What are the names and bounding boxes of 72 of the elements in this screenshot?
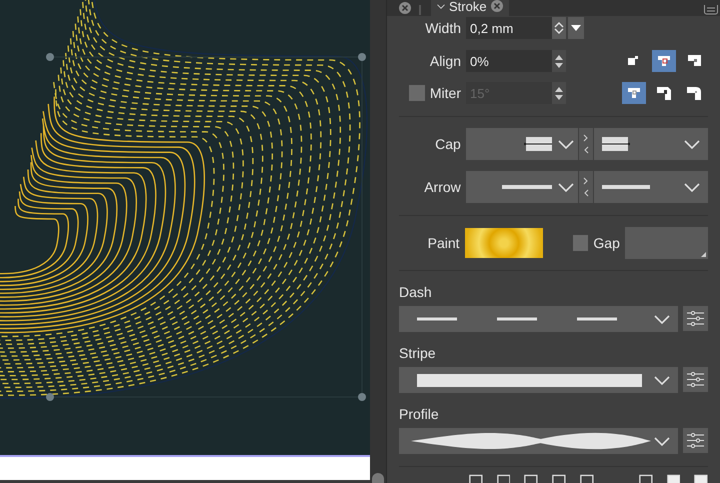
cap-icon xyxy=(524,137,552,151)
toolbar-icon[interactable] xyxy=(524,473,538,483)
align-field[interactable]: 0% xyxy=(466,50,552,72)
spin-buttons[interactable] xyxy=(552,50,566,72)
stripe-dropdown[interactable] xyxy=(399,367,678,393)
profile-dropdown[interactable] xyxy=(399,428,678,454)
profile-shape-icon xyxy=(411,431,651,451)
chevron-down-icon xyxy=(437,4,445,8)
corner-icon xyxy=(656,53,672,69)
swap-icon xyxy=(583,132,590,156)
resize-corner-icon xyxy=(701,252,706,257)
settings-button[interactable] xyxy=(683,306,708,331)
panel-tab[interactable]: Stroke xyxy=(431,0,509,16)
scrollbar-thumb[interactable] xyxy=(372,473,384,483)
section-label: Profile xyxy=(399,407,440,421)
toolbar-icon[interactable] xyxy=(580,473,594,483)
swap-button[interactable] xyxy=(579,171,594,203)
toolbar-icon[interactable] xyxy=(638,473,653,483)
section-label: Dash xyxy=(399,285,433,299)
width-field[interactable]: 0,2 mm xyxy=(466,17,552,39)
start-cap-dropdown[interactable] xyxy=(466,128,578,160)
gap-checkbox[interactable] xyxy=(572,235,588,251)
stripe-icon xyxy=(417,374,642,386)
chevron-down-icon xyxy=(654,376,670,384)
sliders-icon xyxy=(687,372,704,387)
field-label: Miter xyxy=(430,84,461,102)
gradient-swatch[interactable] xyxy=(464,228,543,258)
field-label: Paint xyxy=(426,234,460,252)
spin-buttons[interactable] xyxy=(552,82,566,104)
start-arrow-dropdown[interactable] xyxy=(466,171,578,203)
field-label: Align xyxy=(428,52,461,71)
toolbar-icon[interactable] xyxy=(694,473,708,483)
chevron-down-icon xyxy=(654,314,670,324)
toggle-button[interactable] xyxy=(652,50,676,72)
toolbar-icon[interactable] xyxy=(552,473,566,483)
swap-button[interactable] xyxy=(579,128,594,160)
sliders-icon xyxy=(687,433,704,448)
end-arrow-dropdown[interactable] xyxy=(594,171,708,203)
field-label: Gap xyxy=(593,234,620,253)
panel-menu-icon[interactable] xyxy=(704,5,718,15)
toolbar-icon[interactable] xyxy=(666,473,680,483)
section-label: Stripe xyxy=(399,346,437,360)
field-label: Width xyxy=(424,18,461,38)
settings-button[interactable] xyxy=(683,428,708,453)
chevron-down-icon xyxy=(558,140,574,148)
end-cap-dropdown[interactable] xyxy=(594,128,708,160)
dash-dropdown[interactable] xyxy=(399,306,678,332)
selected-artwork-drawing[interactable] xyxy=(0,0,368,401)
chevron-down-icon xyxy=(654,436,670,446)
spin-icon[interactable] xyxy=(554,21,564,35)
gap-swatch[interactable] xyxy=(624,227,708,259)
field-label: Arrow xyxy=(423,178,461,196)
dropdown-button[interactable] xyxy=(568,17,584,39)
chevron-down-icon xyxy=(684,140,700,148)
sliders-icon xyxy=(687,311,704,326)
corner-icon xyxy=(686,53,702,69)
swap-icon xyxy=(583,175,590,199)
corner-icon xyxy=(626,85,642,101)
settings-button[interactable] xyxy=(683,367,708,392)
canvas[interactable] xyxy=(0,0,370,483)
close-icon[interactable] xyxy=(490,0,503,12)
cap-icon xyxy=(602,137,630,151)
dashed-line-icon xyxy=(417,317,617,321)
corner-icon xyxy=(686,85,702,101)
caret-icon xyxy=(571,25,581,31)
field-label: Cap xyxy=(434,134,461,154)
chevron-down-icon xyxy=(558,182,574,192)
toolbar-icon[interactable] xyxy=(496,473,510,483)
close-icon[interactable] xyxy=(399,2,411,14)
chevron-down-icon xyxy=(684,182,700,192)
toolbar-icon[interactable] xyxy=(469,473,483,483)
corner-icon xyxy=(656,85,672,101)
